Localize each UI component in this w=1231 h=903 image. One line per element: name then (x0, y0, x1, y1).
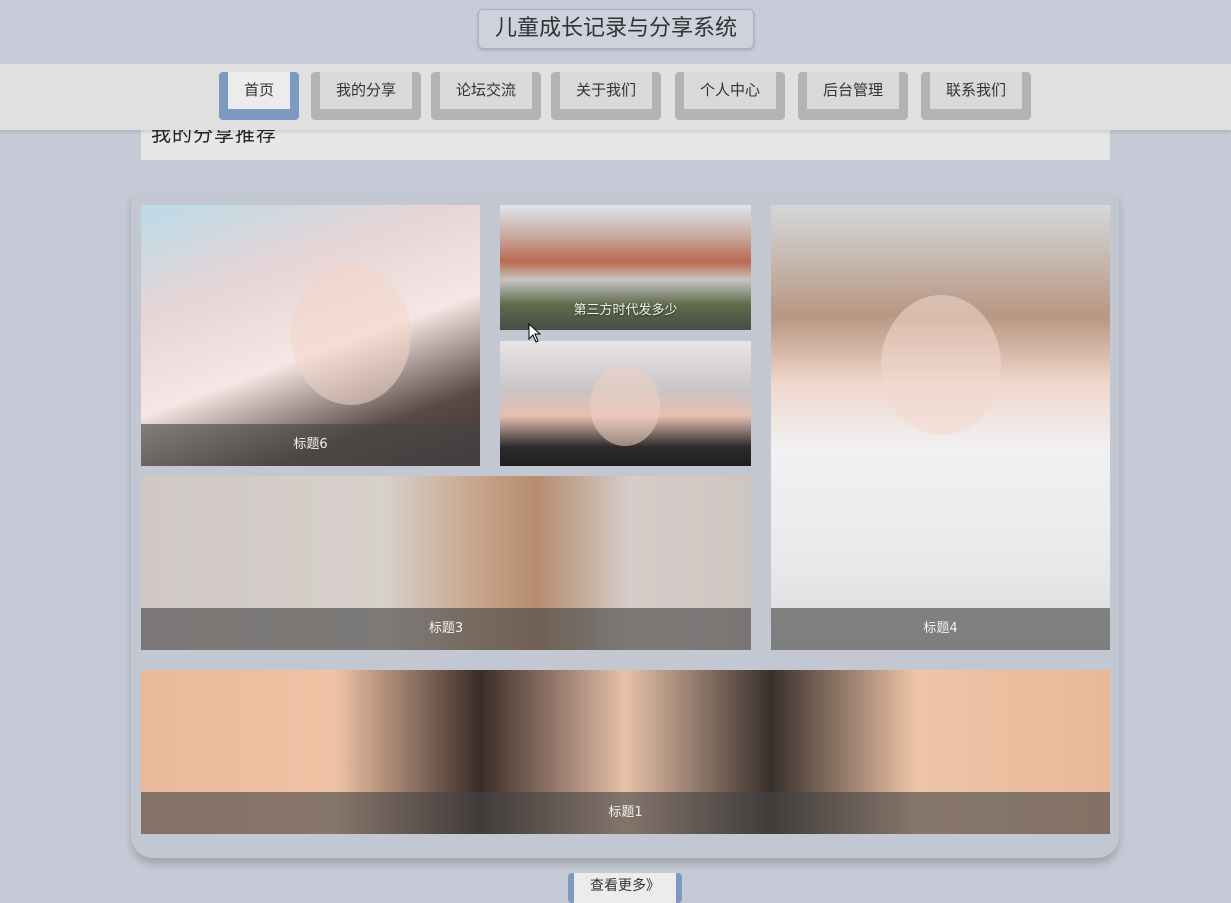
nav-item-contact[interactable]: 联系我们 (921, 72, 1031, 120)
gallery-tile-4[interactable]: 标题4 (771, 205, 1110, 650)
photo-subject (590, 366, 660, 446)
tile-caption: 标题3 (141, 608, 751, 650)
gallery-tile-cap-child[interactable] (500, 341, 751, 466)
nav-item-label: 联系我们 (930, 72, 1022, 109)
tile-caption: 标题4 (771, 608, 1110, 650)
tile-caption: 第三方时代发多少 (573, 303, 678, 318)
gallery-tile-school[interactable]: 第三方时代发多少 (500, 205, 751, 330)
mouse-cursor-icon (528, 323, 542, 343)
nav-item-forum[interactable]: 论坛交流 (431, 72, 541, 120)
nav-item-label: 个人中心 (684, 72, 776, 109)
tile-caption: 标题6 (141, 424, 480, 466)
nav-bar: 首页 我的分享 论坛交流 关于我们 个人中心 后台管理 联系我们 (0, 64, 1231, 130)
nav-item-my-shares[interactable]: 我的分享 (311, 72, 421, 120)
nav-item-label: 后台管理 (807, 72, 899, 109)
nav-item-profile[interactable]: 个人中心 (675, 72, 785, 120)
gallery-tile-3[interactable]: 标题3 (141, 476, 751, 650)
nav-item-about[interactable]: 关于我们 (551, 72, 661, 120)
nav-item-admin[interactable]: 后台管理 (798, 72, 908, 120)
nav-item-label: 论坛交流 (440, 72, 532, 109)
photo-subject (881, 295, 1001, 435)
nav-item-label: 首页 (228, 72, 290, 109)
share-gallery: 标题6 第三方时代发多少 标题4 标题3 标题1 (131, 194, 1119, 858)
nav-item-label: 我的分享 (320, 72, 412, 109)
gallery-tile-1[interactable]: 标题1 (141, 670, 1110, 834)
header: 儿童成长记录与分享系统 (0, 0, 1231, 64)
view-more-label: 查看更多》 (574, 873, 676, 903)
view-more-button[interactable]: 查看更多》 (568, 873, 682, 903)
site-title: 儿童成长记录与分享系统 (478, 9, 754, 49)
tile-caption: 标题1 (141, 792, 1110, 834)
photo-subject (291, 265, 411, 405)
gallery-tile-6[interactable]: 标题6 (141, 205, 480, 466)
nav-item-home[interactable]: 首页 (219, 72, 299, 120)
nav-item-label: 关于我们 (560, 72, 652, 109)
